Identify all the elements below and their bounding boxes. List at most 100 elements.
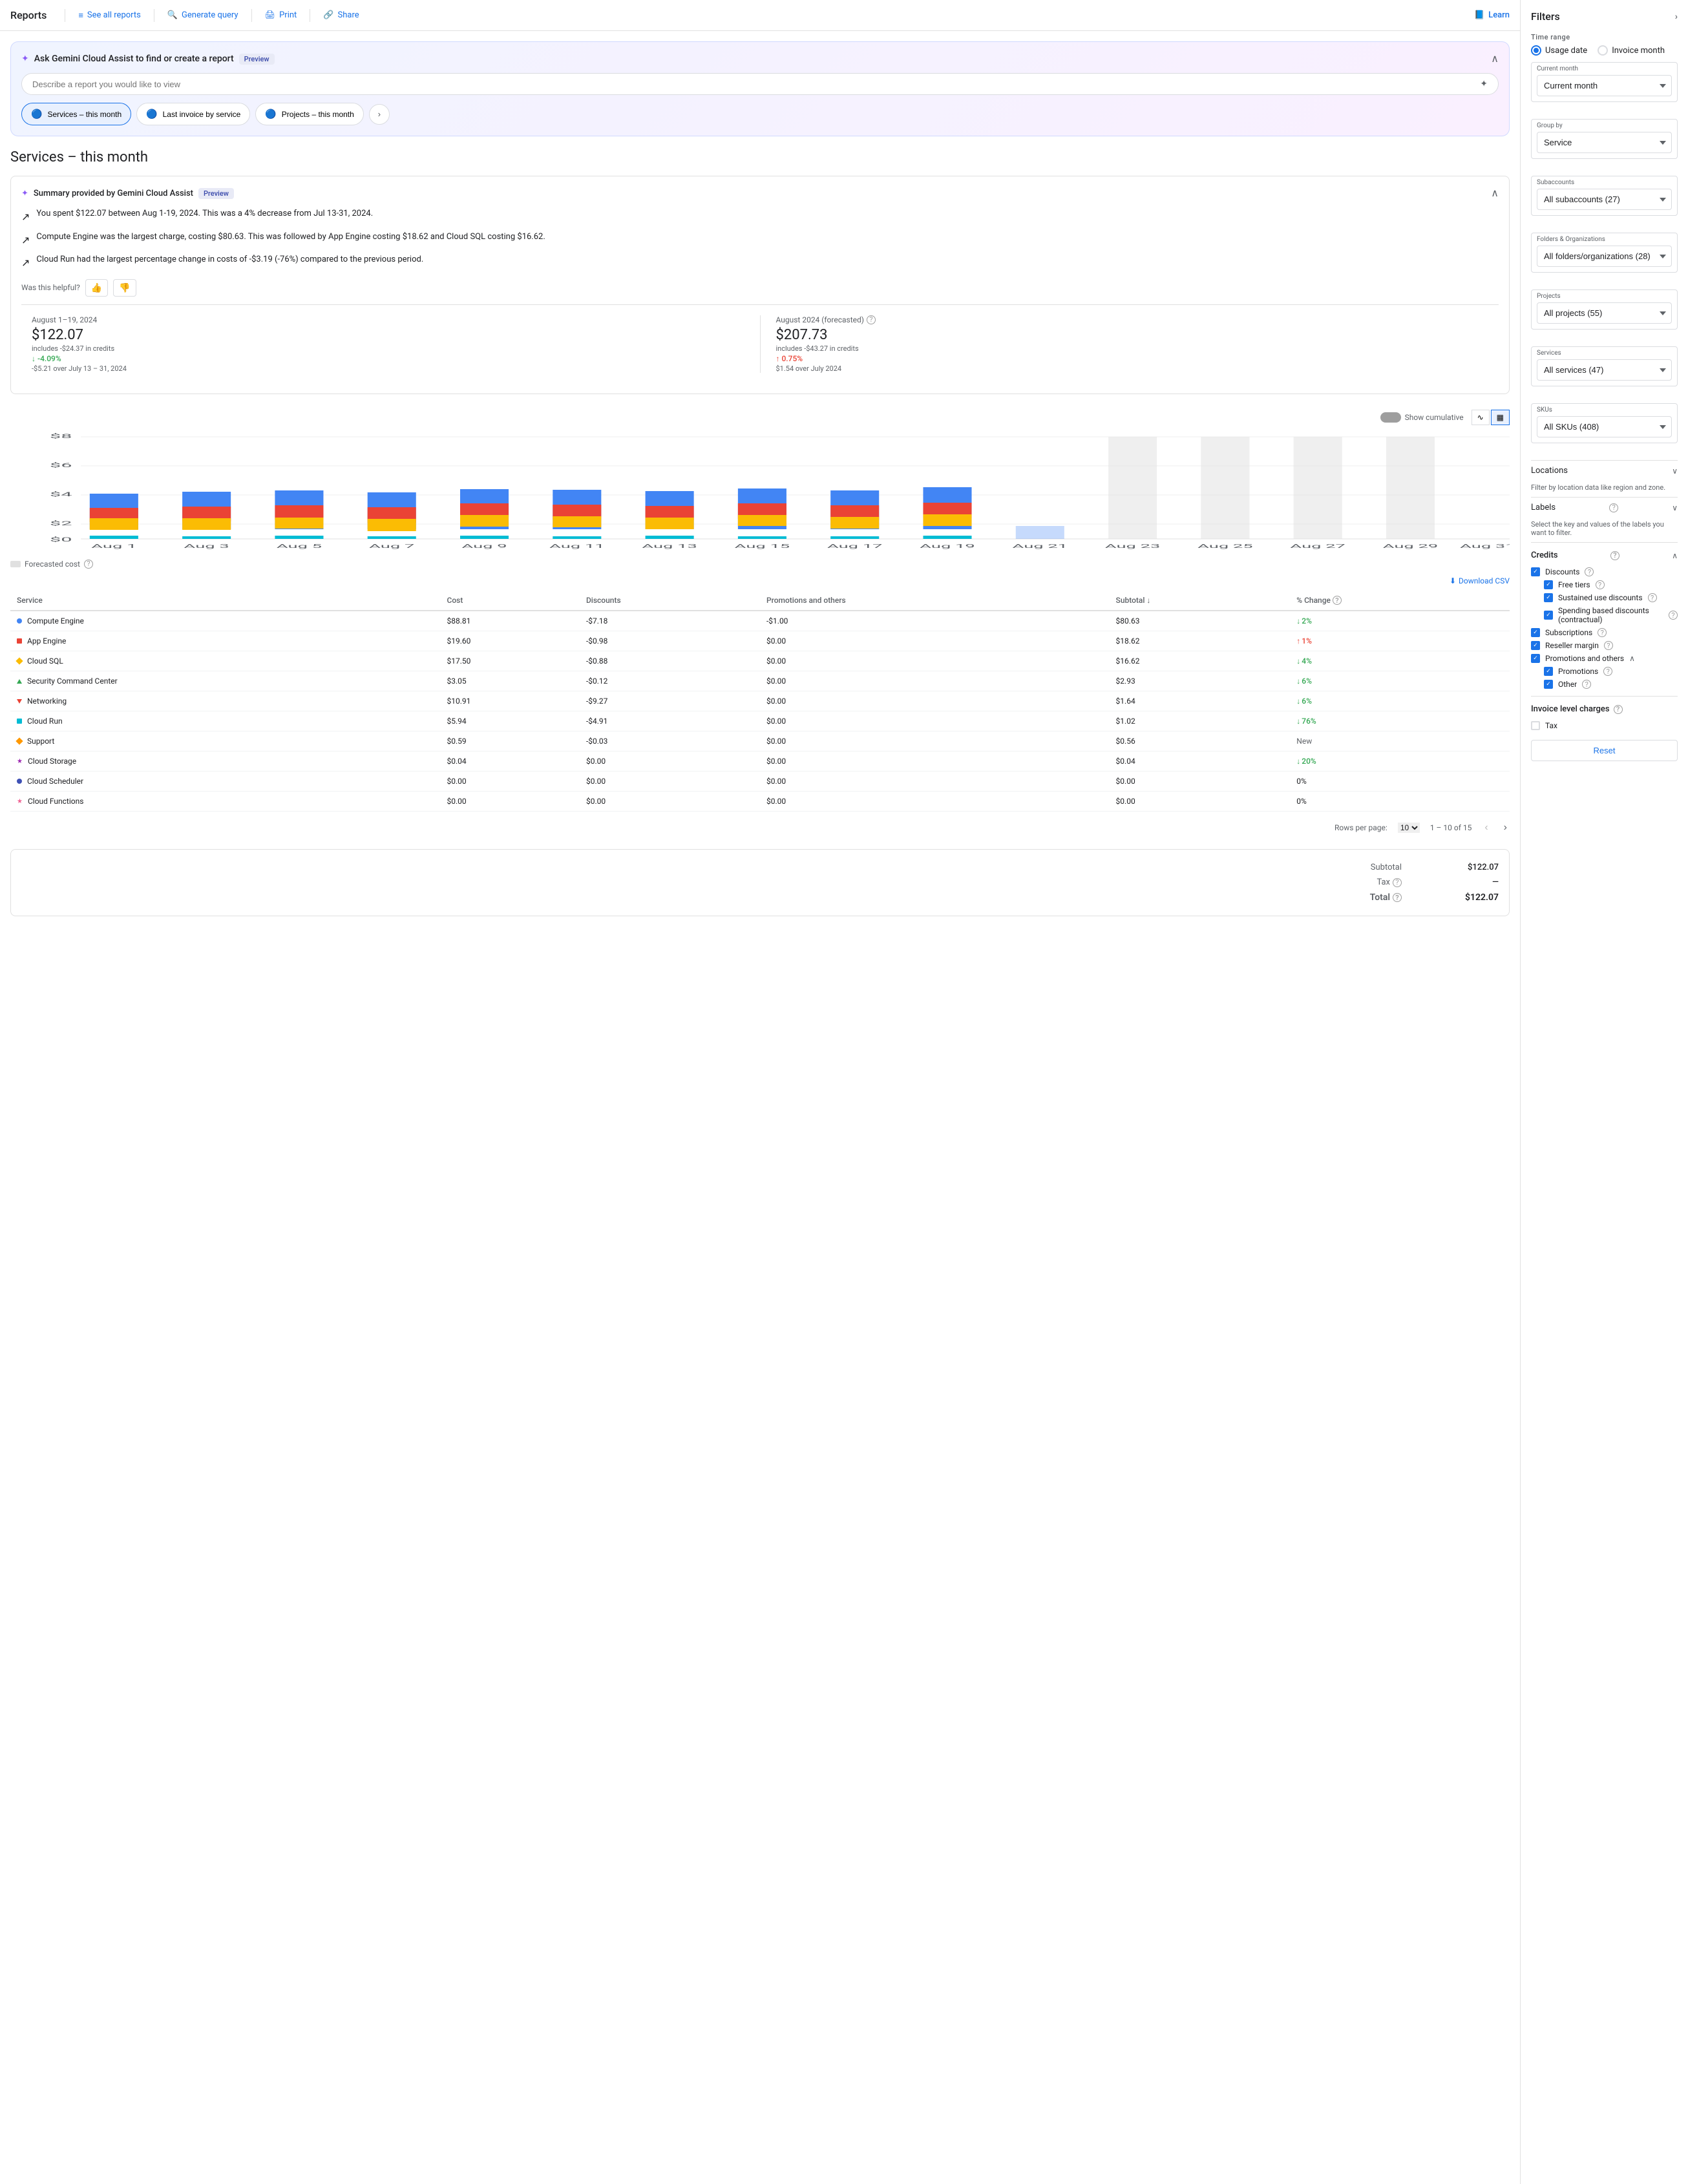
spending-based-help-icon[interactable]: ?: [1669, 611, 1678, 620]
time-range-select[interactable]: Current month: [1537, 75, 1672, 96]
invoice-month-option[interactable]: Invoice month: [1598, 45, 1665, 56]
spending-based-checkbox-row: Spending based discounts (contractual) ?: [1531, 604, 1678, 626]
thumbs-up-button[interactable]: 👍: [85, 279, 108, 297]
download-csv-link[interactable]: ⬇ Download CSV: [1450, 576, 1510, 585]
search-icon: 🔍: [167, 10, 178, 20]
chart-area: $8 $6 $4 $2 $0: [10, 430, 1510, 560]
projects-section: Projects All projects (55): [1531, 289, 1678, 336]
bar-chart-button[interactable]: ▦: [1491, 410, 1510, 425]
projects-select[interactable]: All projects (55): [1537, 302, 1672, 324]
svg-text:$8: $8: [50, 432, 72, 439]
page-title: Services – this month: [10, 149, 1510, 165]
promotions-others-expand-icon: ∧: [1629, 654, 1635, 663]
discounts-checkbox[interactable]: [1531, 567, 1540, 576]
quick-report-projects[interactable]: 🔵 Projects – this month: [255, 103, 364, 125]
change-cell: ↓ 2%: [1296, 616, 1503, 625]
services-select[interactable]: All services (47): [1537, 359, 1672, 381]
thumbs-down-button[interactable]: 👎: [113, 279, 136, 297]
current-metric-value: $122.07: [32, 327, 744, 343]
subaccounts-select[interactable]: All subaccounts (27): [1537, 189, 1672, 210]
col-discounts: Discounts: [580, 591, 760, 611]
discounts-help-icon[interactable]: ?: [1585, 567, 1594, 576]
next-page-button[interactable]: ›: [1501, 819, 1510, 836]
share-icon: 🔗: [323, 10, 333, 20]
reset-filters-button[interactable]: Reset: [1531, 740, 1678, 761]
chevron-right-icon[interactable]: ›: [1675, 12, 1678, 22]
table-row: Cloud Run $5.94 -$4.91 $0.00 $1.02 ↓ 76%: [10, 711, 1510, 731]
col-subtotal[interactable]: Subtotal ↓: [1110, 591, 1291, 611]
tax-help-icon[interactable]: ?: [1393, 878, 1402, 887]
col-service: Service: [10, 591, 441, 611]
projects-label: Projects: [1537, 293, 1672, 300]
forecast-help-icon[interactable]: ?: [867, 315, 876, 324]
labels-header[interactable]: Labels ? ∨: [1531, 497, 1678, 518]
cumulative-switch[interactable]: [1380, 412, 1401, 423]
metric-divider: [760, 315, 761, 373]
show-cumulative-toggle[interactable]: Show cumulative: [1380, 412, 1464, 423]
sustained-use-help-icon[interactable]: ?: [1648, 593, 1657, 602]
generate-query-link[interactable]: 🔍 Generate query: [167, 10, 238, 20]
prev-page-button[interactable]: ‹: [1482, 819, 1490, 836]
gemini-search-input[interactable]: [32, 79, 1480, 89]
free-tiers-help-icon[interactable]: ?: [1596, 580, 1605, 589]
other-checkbox[interactable]: [1544, 680, 1553, 689]
tax-invoice-checkbox[interactable]: [1531, 721, 1540, 730]
service-icon: ★: [17, 758, 23, 765]
free-tiers-checkbox[interactable]: [1544, 580, 1553, 589]
forecast-change-pct: 0.75%: [776, 354, 803, 363]
learn-link[interactable]: 📘 Learn: [1474, 10, 1510, 20]
service-cell: Security Command Center: [10, 671, 441, 691]
folders-select[interactable]: All folders/organizations (28): [1537, 246, 1672, 267]
promotions-others-checkbox[interactable]: [1531, 654, 1540, 663]
quick-report-services[interactable]: 🔵 Services – this month: [21, 103, 131, 125]
forecast-metric-label: August 2024 (forecasted) ?: [776, 315, 1489, 324]
reseller-margin-help-icon[interactable]: ?: [1604, 641, 1613, 650]
gemini-input-row[interactable]: ✦: [21, 73, 1499, 95]
change-col-help-icon[interactable]: ?: [1333, 596, 1342, 605]
group-by-select[interactable]: Service: [1537, 132, 1672, 153]
summary-header: ✦ Summary provided by Gemini Cloud Assis…: [21, 187, 1499, 200]
invoice-month-radio[interactable]: [1598, 45, 1608, 56]
skus-section: SKUs All SKUs (408): [1531, 403, 1678, 450]
other-help-icon[interactable]: ?: [1582, 680, 1591, 689]
summary-sparkle-icon: ✦: [21, 189, 28, 198]
nav-divider-3: [251, 9, 252, 22]
summary-collapse-button[interactable]: ∧: [1491, 187, 1499, 200]
sustained-use-checkbox[interactable]: [1544, 593, 1553, 602]
forecast-metric-change: 0.75%: [776, 354, 1489, 363]
usage-date-radio[interactable]: [1531, 45, 1541, 56]
print-link[interactable]: 🖨 Print: [265, 10, 297, 20]
rows-per-page-select[interactable]: 10 25 50: [1398, 823, 1420, 833]
subscriptions-checkbox[interactable]: [1531, 628, 1540, 637]
line-chart-button[interactable]: ∿: [1472, 410, 1490, 425]
quick-report-last-invoice[interactable]: 🔵 Last invoice by service: [136, 103, 250, 125]
service-cell: App Engine: [10, 631, 441, 651]
subtotal-label: Subtotal: [1371, 863, 1402, 872]
svg-text:$6: $6: [50, 461, 72, 468]
skus-select[interactable]: All SKUs (408): [1537, 416, 1672, 437]
invoice-charges-help-icon[interactable]: ?: [1614, 705, 1623, 714]
gemini-collapse-button[interactable]: ∧: [1491, 52, 1499, 65]
group-by-field: Group by Service: [1531, 119, 1678, 159]
quick-reports-next-button[interactable]: ›: [369, 104, 390, 125]
promotions-checkbox[interactable]: [1544, 667, 1553, 676]
credits-help-icon[interactable]: ?: [1610, 551, 1619, 560]
see-all-reports-link[interactable]: ≡ See all reports: [78, 10, 141, 21]
folders-field: Folders & Organizations All folders/orga…: [1531, 233, 1678, 273]
free-tiers-checkbox-row: Free tiers ?: [1531, 578, 1678, 591]
promotions-help-icon[interactable]: ?: [1603, 667, 1612, 676]
locations-header[interactable]: Locations ∨: [1531, 460, 1678, 481]
reseller-margin-checkbox[interactable]: [1531, 641, 1540, 650]
subscriptions-help-icon[interactable]: ?: [1598, 628, 1607, 637]
usage-date-option[interactable]: Usage date: [1531, 45, 1587, 56]
share-link[interactable]: 🔗 Share: [323, 10, 359, 20]
service-cell: Compute Engine: [10, 611, 441, 631]
labels-help-icon[interactable]: ?: [1609, 503, 1618, 512]
svg-text:Aug 29: Aug 29: [1383, 543, 1438, 549]
table-row: Support $0.59 -$0.03 $0.00 $0.56 New: [10, 731, 1510, 751]
svg-text:Aug 11: Aug 11: [549, 543, 604, 549]
svg-text:Aug 21: Aug 21: [1013, 543, 1068, 549]
spending-based-checkbox[interactable]: [1544, 611, 1553, 620]
total-help-icon[interactable]: ?: [1393, 893, 1402, 902]
forecast-cost-help-icon[interactable]: ?: [84, 560, 93, 569]
